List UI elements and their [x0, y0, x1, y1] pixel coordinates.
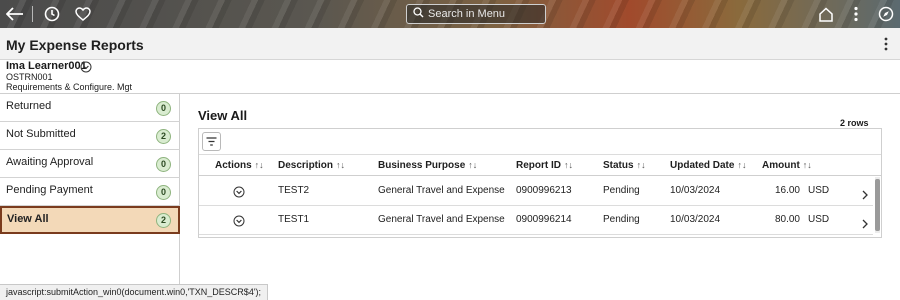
status-cell: Pending: [603, 185, 640, 196]
sidebar-item-label: Not Submitted: [6, 128, 76, 140]
column-header-business-purpose[interactable]: Business Purpose ↑↓: [378, 160, 477, 171]
amount-cell: 16.00: [774, 185, 800, 196]
count-badge: 0: [156, 157, 171, 172]
toolbar-divider: [32, 6, 33, 22]
browser-status-bar: javascript:submitAction_win0(document.wi…: [0, 284, 269, 300]
user-banner: Ima Learner001 OSTRN001 Requirements & C…: [0, 60, 900, 94]
column-header-updated-date[interactable]: Updated Date ↑↓: [670, 160, 746, 171]
grid-scrollbar[interactable]: [875, 177, 880, 233]
sort-icon: ↑↓: [802, 160, 812, 170]
sidebar-nav: Returned 0 Not Submitted 2 Awaiting Appr…: [0, 94, 180, 284]
currency-cell: USD: [808, 185, 830, 196]
sort-icon: ↑↓: [254, 160, 264, 170]
search-input[interactable]: [428, 8, 538, 20]
page-actions-kebab-icon[interactable]: [884, 37, 888, 51]
table-row[interactable]: TEST2 General Travel and Expense 0900996…: [199, 177, 873, 206]
table-row[interactable]: TEST1 General Travel and Expense 0900996…: [199, 206, 873, 235]
chevron-down-circle-icon[interactable]: [80, 60, 92, 73]
home-icon[interactable]: [816, 4, 836, 24]
grid-header-row: Actions ↑↓ Description ↑↓ Business Purpose…: [199, 154, 881, 176]
scrollbar-thumb[interactable]: [875, 179, 880, 231]
sort-icon: ↑↓: [336, 160, 346, 170]
search-icon: [413, 5, 424, 23]
sort-icon: ↑↓: [564, 160, 573, 170]
search-menu-field[interactable]: [406, 4, 546, 24]
sidebar-item-not-submitted[interactable]: Not Submitted 2: [0, 122, 180, 150]
sidebar-item-pending-payment[interactable]: Pending Payment 0: [0, 178, 180, 206]
filter-button[interactable]: [202, 132, 221, 151]
column-header-description[interactable]: Description ↑↓: [278, 160, 345, 171]
back-arrow-icon[interactable]: [5, 4, 25, 24]
updated-date-cell: 10/03/2024: [670, 185, 721, 196]
currency-cell: USD: [808, 214, 830, 225]
count-badge: 2: [156, 213, 171, 228]
page-title: My Expense Reports: [6, 37, 144, 53]
sidebar-item-awaiting-approval[interactable]: Awaiting Approval 0: [0, 150, 180, 178]
kebab-menu-icon[interactable]: [846, 4, 866, 24]
sort-icon: ↑↓: [636, 160, 646, 170]
description-link[interactable]: TEST2: [278, 185, 309, 196]
chevron-right-icon[interactable]: [861, 216, 869, 229]
expense-report-grid: Actions ↑↓ Description ↑↓ Business Purpose…: [198, 128, 882, 238]
sidebar-item-label: Pending Payment: [6, 184, 93, 196]
status-cell: Pending: [603, 214, 640, 225]
row-count: 2 rows: [840, 118, 869, 128]
count-badge: 0: [156, 185, 171, 200]
sidebar-item-returned[interactable]: Returned 0: [0, 94, 180, 122]
row-actions-chevron-icon[interactable]: [233, 185, 245, 198]
sort-icon: ↑↓: [737, 160, 747, 170]
description-link[interactable]: TEST1: [278, 214, 309, 225]
sidebar-item-view-all[interactable]: View All 2: [0, 206, 180, 234]
compass-icon[interactable]: [876, 4, 896, 24]
updated-date-cell: 10/03/2024: [670, 214, 721, 225]
column-header-status[interactable]: Status ↑↓: [603, 160, 646, 171]
column-header-amount[interactable]: Amount ↑↓: [762, 160, 812, 171]
heart-icon[interactable]: [73, 4, 93, 24]
sort-icon: ↑↓: [468, 160, 478, 170]
user-name: Ima Learner001: [6, 60, 87, 72]
count-badge: 2: [156, 129, 171, 144]
column-header-report-id[interactable]: Report ID ↑↓: [516, 160, 573, 171]
sidebar-item-label: View All: [7, 213, 49, 225]
report-id-cell: 0900996213: [516, 185, 572, 196]
section-title: View All: [198, 108, 248, 123]
business-purpose-cell: General Travel and Expense: [378, 214, 505, 225]
user-id: OSTRN001: [6, 72, 53, 82]
business-purpose-cell: General Travel and Expense: [378, 185, 505, 196]
chevron-right-icon[interactable]: [861, 187, 869, 200]
amount-cell: 80.00: [774, 214, 800, 225]
clock-icon[interactable]: [42, 4, 62, 24]
page-header: My Expense Reports: [0, 28, 900, 60]
report-id-cell: 0900996214: [516, 214, 572, 225]
filter-icon: [206, 133, 217, 151]
row-actions-chevron-icon[interactable]: [233, 214, 245, 227]
user-department: Requirements & Configure. Mgt: [6, 82, 133, 92]
sidebar-item-label: Returned: [6, 100, 52, 112]
sidebar-item-label: Awaiting Approval: [6, 156, 94, 168]
column-header-actions[interactable]: Actions ↑↓: [215, 160, 264, 171]
top-navigation-bar: [0, 0, 900, 28]
count-badge: 0: [156, 101, 171, 116]
